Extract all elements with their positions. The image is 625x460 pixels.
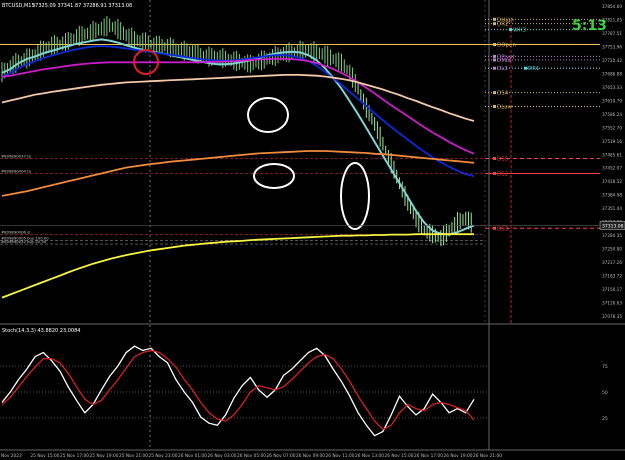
price-tick-label: 37787.51 [602, 31, 622, 36]
time-tick-label: 26 Nov 09:00 [296, 453, 325, 459]
level-marker [493, 104, 496, 108]
time-tick-label: 26 Nov 07:00 [267, 453, 296, 459]
time-tick-label: Nov 2023 [1, 453, 22, 459]
price-tick-label: 37552.70 [602, 125, 622, 130]
level-marker [493, 156, 496, 160]
stoch-tick-label: 75 [602, 364, 608, 370]
time-tick-label: 25 Nov 21:00 [119, 453, 148, 459]
time-tick-label: 26 Nov 21:00 [473, 453, 502, 459]
price-tick-label: 37284.35 [602, 233, 622, 238]
time-tick-label: 26 Nov 17:00 [414, 453, 443, 459]
level-label-dr2: DR2 [497, 22, 509, 28]
level-marker [493, 22, 496, 26]
price-tick-label: 37384.98 [602, 193, 622, 198]
level-marker [493, 226, 496, 230]
time-tick-label: 25 Nov 19:00 [90, 453, 119, 459]
stoch-title: Stoch(14,3,3) 43.8820 23.0084 [2, 328, 80, 334]
price-tick-label: 37686.88 [602, 71, 622, 76]
level-marker [493, 171, 496, 175]
price-tick-label: 37720.42 [602, 58, 622, 63]
current-price-label: 37313.08 [602, 223, 624, 229]
level-marker [493, 91, 496, 95]
time-tick-label: 25 Nov 15:00 [31, 453, 60, 459]
time-tick-label: 25 Nov 17:00 [60, 453, 89, 459]
level-marker [493, 54, 496, 58]
time-tick-label: 26 Nov 03:00 [208, 453, 237, 459]
price-tick-label: 37821.05 [602, 17, 622, 22]
chart-symbol-title: BTCUSD,M15 [2, 3, 35, 9]
time-tick-label: 26 Nov 19:00 [444, 453, 473, 459]
level-marker [524, 66, 527, 70]
price-tick-label: 37183.72 [602, 274, 622, 279]
price-tick-label: 37078.35 [602, 314, 622, 319]
level-label-dlow: DLow [497, 104, 513, 110]
order-label: #809890006 sl [1, 230, 30, 235]
stoch-tick-label: 25 [602, 416, 608, 422]
price-tick-label: 37351.44 [602, 206, 622, 211]
level-label-ds2: DS2 [497, 171, 508, 177]
price-tick-label: 37418.52 [602, 179, 622, 184]
time-tick-label: 26 Nov 15:00 [385, 453, 414, 459]
time-tick-label: 26 Nov 11:00 [326, 453, 355, 459]
price-tick-label: 37485.61 [602, 152, 622, 157]
level-label-ds3: DS3 [497, 226, 509, 232]
order-label: #809890032 buy 20.00 [1, 239, 47, 244]
price-tick-label: 37250.80 [602, 247, 622, 252]
price-tick-label: 37452.07 [602, 166, 622, 171]
level-label-dr1: DR1 [528, 66, 540, 72]
time-axis[interactable]: Nov 2023 25 Nov 15:00 25 Nov 17:00 25 Nov 1… [1, 453, 502, 459]
price-tick-label: 37653.33 [602, 85, 622, 90]
price-tick-label: 37854.60 [602, 4, 622, 9]
price-tick-label: 37217.26 [602, 260, 622, 265]
price-tick-label: 37150.17 [602, 287, 622, 292]
level-label-wh3: WH3 [513, 28, 527, 34]
time-tick-label: 26 Nov 13:00 [355, 453, 384, 459]
time-tick-label: 26 Nov 01:00 [178, 453, 207, 459]
order-label: #809890004 tp [1, 168, 32, 173]
level-label-dl3: DL3 [497, 66, 508, 72]
trading-chart[interactable]: BTCUSD,M15 37325.09 37341.87 37286.91 37… [0, 0, 625, 460]
order-label: #809890037 tp [1, 153, 32, 158]
level-label-ds5: DS5 [497, 156, 509, 162]
price-tick-label: 37116.63 [602, 301, 622, 306]
level-marker [493, 58, 496, 62]
level-marker [493, 17, 496, 21]
stoch-tick-label: 50 [602, 390, 608, 396]
level-marker [493, 66, 496, 70]
level-label-dmid: DMid [497, 58, 511, 64]
price-tick-label: 37519.16 [602, 139, 622, 144]
level-label-ds4: DS4 [497, 91, 509, 97]
price-tick-label: 37619.79 [602, 98, 622, 103]
chart-ohlc: 37325.09 37341.87 37286.91 37313.08 [32, 3, 132, 9]
level-marker [493, 43, 496, 47]
price-tick-label: 37586.24 [602, 112, 622, 117]
level-label-dopen: DOpen [497, 43, 516, 49]
time-tick-label: 25 Nov 23:00 [149, 453, 178, 459]
level-marker [509, 28, 512, 32]
time-tick-label: 26 Nov 05:00 [237, 453, 266, 459]
price-tick-label: 37753.96 [602, 44, 622, 49]
